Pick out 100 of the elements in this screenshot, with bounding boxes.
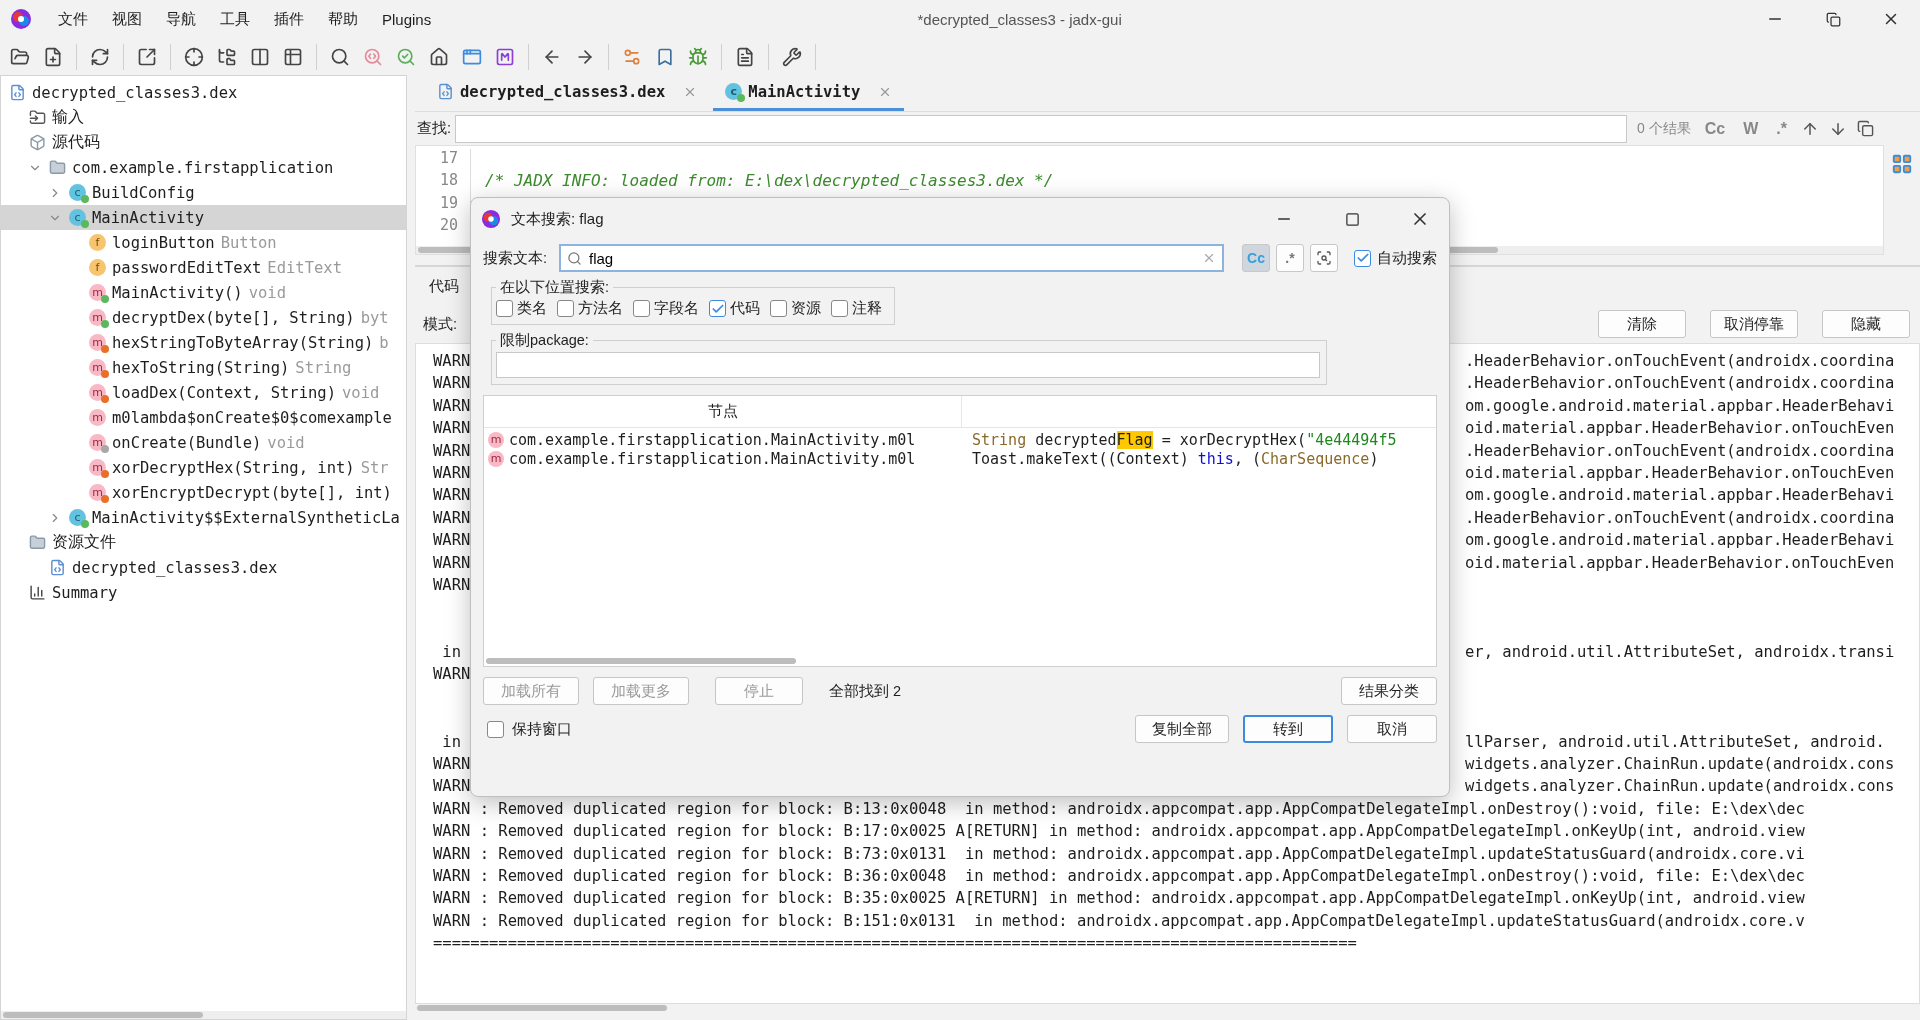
checkbox[interactable] xyxy=(770,300,787,317)
menu-item[interactable]: 插件 xyxy=(262,5,316,33)
table-icon[interactable] xyxy=(283,46,303,67)
cube-icon xyxy=(29,134,46,151)
folder-open-icon[interactable] xyxy=(10,46,30,67)
tree-item[interactable]: m loadDex(Context, String) void xyxy=(1,380,406,405)
folder-tree-icon[interactable] xyxy=(217,46,237,67)
type-label: Button xyxy=(220,233,277,252)
tree-item[interactable]: m hexStringToByteArray(String) b xyxy=(1,330,406,355)
search-in-file-button[interactable] xyxy=(1310,244,1338,272)
scrollbar[interactable] xyxy=(3,1012,203,1018)
editor-tab[interactable]: c MainActivity xyxy=(713,75,905,111)
menu-item[interactable]: Plugins xyxy=(370,6,444,32)
tree-item[interactable]: 源代码 xyxy=(1,130,406,155)
method-icon: m xyxy=(89,409,106,426)
restore-icon[interactable] xyxy=(1825,11,1841,27)
panel-tab[interactable]: 代码 xyxy=(429,276,459,296)
log-line: WARN : Removed duplicated region for block: B:151:0x0131 in method: androidx.appcompat.app.AppCompatDelegateImpl.updateStatusGuard(androidx.core.v xyxy=(433,911,1805,932)
scrollbar[interactable] xyxy=(417,1005,667,1011)
group-results-button[interactable]: 结果分类 xyxy=(1341,677,1437,705)
panel-button[interactable]: 清除 xyxy=(1598,310,1686,338)
menu-item[interactable]: 导航 xyxy=(154,5,208,33)
menu-item[interactable]: 工具 xyxy=(208,5,262,33)
tree-item[interactable]: 资源文件 xyxy=(1,530,406,555)
log-line: WARN xyxy=(433,441,471,462)
grid-icon[interactable] xyxy=(1891,153,1913,175)
log-line: WARN : Removed duplicated region for block: B:73:0x0131 in method: androidx.appcompat.app.AppCompatDelegateImpl.updateStatusGuard(androidx.core.vi xyxy=(433,844,1805,865)
logo-icon xyxy=(10,8,32,30)
tree-item[interactable]: m MainActivity() void xyxy=(1,280,406,305)
tree-item[interactable]: m onCreate(Bundle) void xyxy=(1,430,406,455)
checkbox[interactable] xyxy=(633,300,650,317)
tree-item[interactable]: m m0lambda$onCreate$0$comexample xyxy=(1,405,406,430)
dialog-button[interactable]: 转到 xyxy=(1243,715,1333,743)
line-number: 17 xyxy=(439,149,458,169)
wrench-icon[interactable] xyxy=(782,46,802,67)
tree-item[interactable]: f passwordEditText EditText xyxy=(1,255,406,280)
copy-icon[interactable] xyxy=(1857,120,1874,137)
checkbox[interactable] xyxy=(831,300,848,317)
result-count: 0 个结果 xyxy=(1637,119,1691,138)
method-icon: m xyxy=(89,459,106,476)
checkbox[interactable] xyxy=(557,300,574,317)
result-row[interactable]: m com.example.firstapplication.MainActivity.m0l String decryptedFlag = xorDecryptHex("4e44494f5 xyxy=(484,430,1436,449)
checkbox-label: 资源 xyxy=(791,299,821,318)
tree-item[interactable]: com.example.firstapplication xyxy=(1,155,406,180)
maximize-icon[interactable] xyxy=(1344,211,1360,227)
tree-item[interactable]: 输入 xyxy=(1,105,406,130)
checkbox[interactable] xyxy=(487,720,504,738)
search-icon[interactable] xyxy=(330,46,350,67)
refresh-icon[interactable] xyxy=(90,46,110,67)
menu-item[interactable]: 视图 xyxy=(100,5,154,33)
panel-button[interactable]: 取消停靠 xyxy=(1710,310,1798,338)
crosshair-icon[interactable] xyxy=(184,46,204,67)
export-icon[interactable] xyxy=(137,46,157,67)
scrollbar[interactable] xyxy=(486,658,796,664)
tree-item[interactable]: decrypted_classes3.dex xyxy=(1,80,406,105)
checkbox[interactable] xyxy=(496,300,513,317)
search-field[interactable]: flag xyxy=(559,244,1224,272)
method-icon: m xyxy=(89,284,106,301)
find-field[interactable] xyxy=(455,114,1628,143)
log-line: WARN xyxy=(433,486,471,507)
columns-icon[interactable] xyxy=(250,46,270,67)
tree-item[interactable]: c MainActivity$$ExternalSyntheticLa xyxy=(1,505,406,530)
bug-icon[interactable] xyxy=(688,46,708,67)
search-check-icon[interactable] xyxy=(396,46,416,67)
toggle-button[interactable]: .* xyxy=(1276,244,1304,272)
chart-icon xyxy=(29,584,46,601)
tree-item[interactable]: m xorDecryptHex(String, int) Str xyxy=(1,455,406,480)
tree-item[interactable]: decrypted_classes3.dex xyxy=(1,555,406,580)
tree-item[interactable]: c MainActivity xyxy=(1,205,406,230)
checkbox[interactable] xyxy=(1354,249,1371,267)
log-line: om.google.android.material.appbar.HeaderBehavi xyxy=(1465,396,1895,417)
menu-item[interactable]: 文件 xyxy=(46,5,100,33)
m-square-icon[interactable] xyxy=(495,46,515,67)
panel-button[interactable]: 隐藏 xyxy=(1822,310,1910,338)
checkbox[interactable] xyxy=(709,300,726,317)
log-icon[interactable] xyxy=(735,46,755,67)
bookmark-icon[interactable] xyxy=(655,46,675,67)
result-row[interactable]: m com.example.firstapplication.MainActivity.m0l Toast.makeText((Context) this, (CharSequence) xyxy=(484,449,1436,468)
method-icon: m xyxy=(89,359,106,376)
tree-item[interactable]: c BuildConfig xyxy=(1,180,406,205)
tree-item[interactable]: m xorEncryptDecrypt(byte[], int) xyxy=(1,480,406,505)
log-line: WARN xyxy=(433,352,471,372)
type-label: String xyxy=(295,358,352,377)
scan-search-icon xyxy=(1316,250,1332,266)
logo-icon xyxy=(481,209,501,229)
file-add-icon[interactable] xyxy=(43,46,63,67)
menu-item[interactable]: 帮助 xyxy=(316,5,370,33)
tree-item[interactable]: Summary xyxy=(1,580,406,605)
dialog-button[interactable]: 复制全部 xyxy=(1135,715,1229,743)
class-icon: c xyxy=(69,509,86,526)
dialog-button[interactable]: 取消 xyxy=(1347,715,1437,743)
home-icon[interactable] xyxy=(429,46,449,67)
method-icon: m xyxy=(89,434,106,451)
package-field[interactable] xyxy=(496,352,1320,378)
tree-item[interactable]: m hexToString(String) String xyxy=(1,355,406,380)
tree-item[interactable]: m decryptDex(byte[], String) byt xyxy=(1,305,406,330)
editor-tab[interactable]: decrypted_classes3.dex xyxy=(425,75,710,111)
log-line: WARN : Removed duplicated region for block: B:35:0x0025 A[RETURN] in method: androidx.appcompat.app.AppCompatDelegateImpl.onKeyUp(int, android.view xyxy=(433,889,1805,910)
tree-item[interactable]: f loginButton Button xyxy=(1,230,406,255)
class-icon: c xyxy=(69,184,86,201)
